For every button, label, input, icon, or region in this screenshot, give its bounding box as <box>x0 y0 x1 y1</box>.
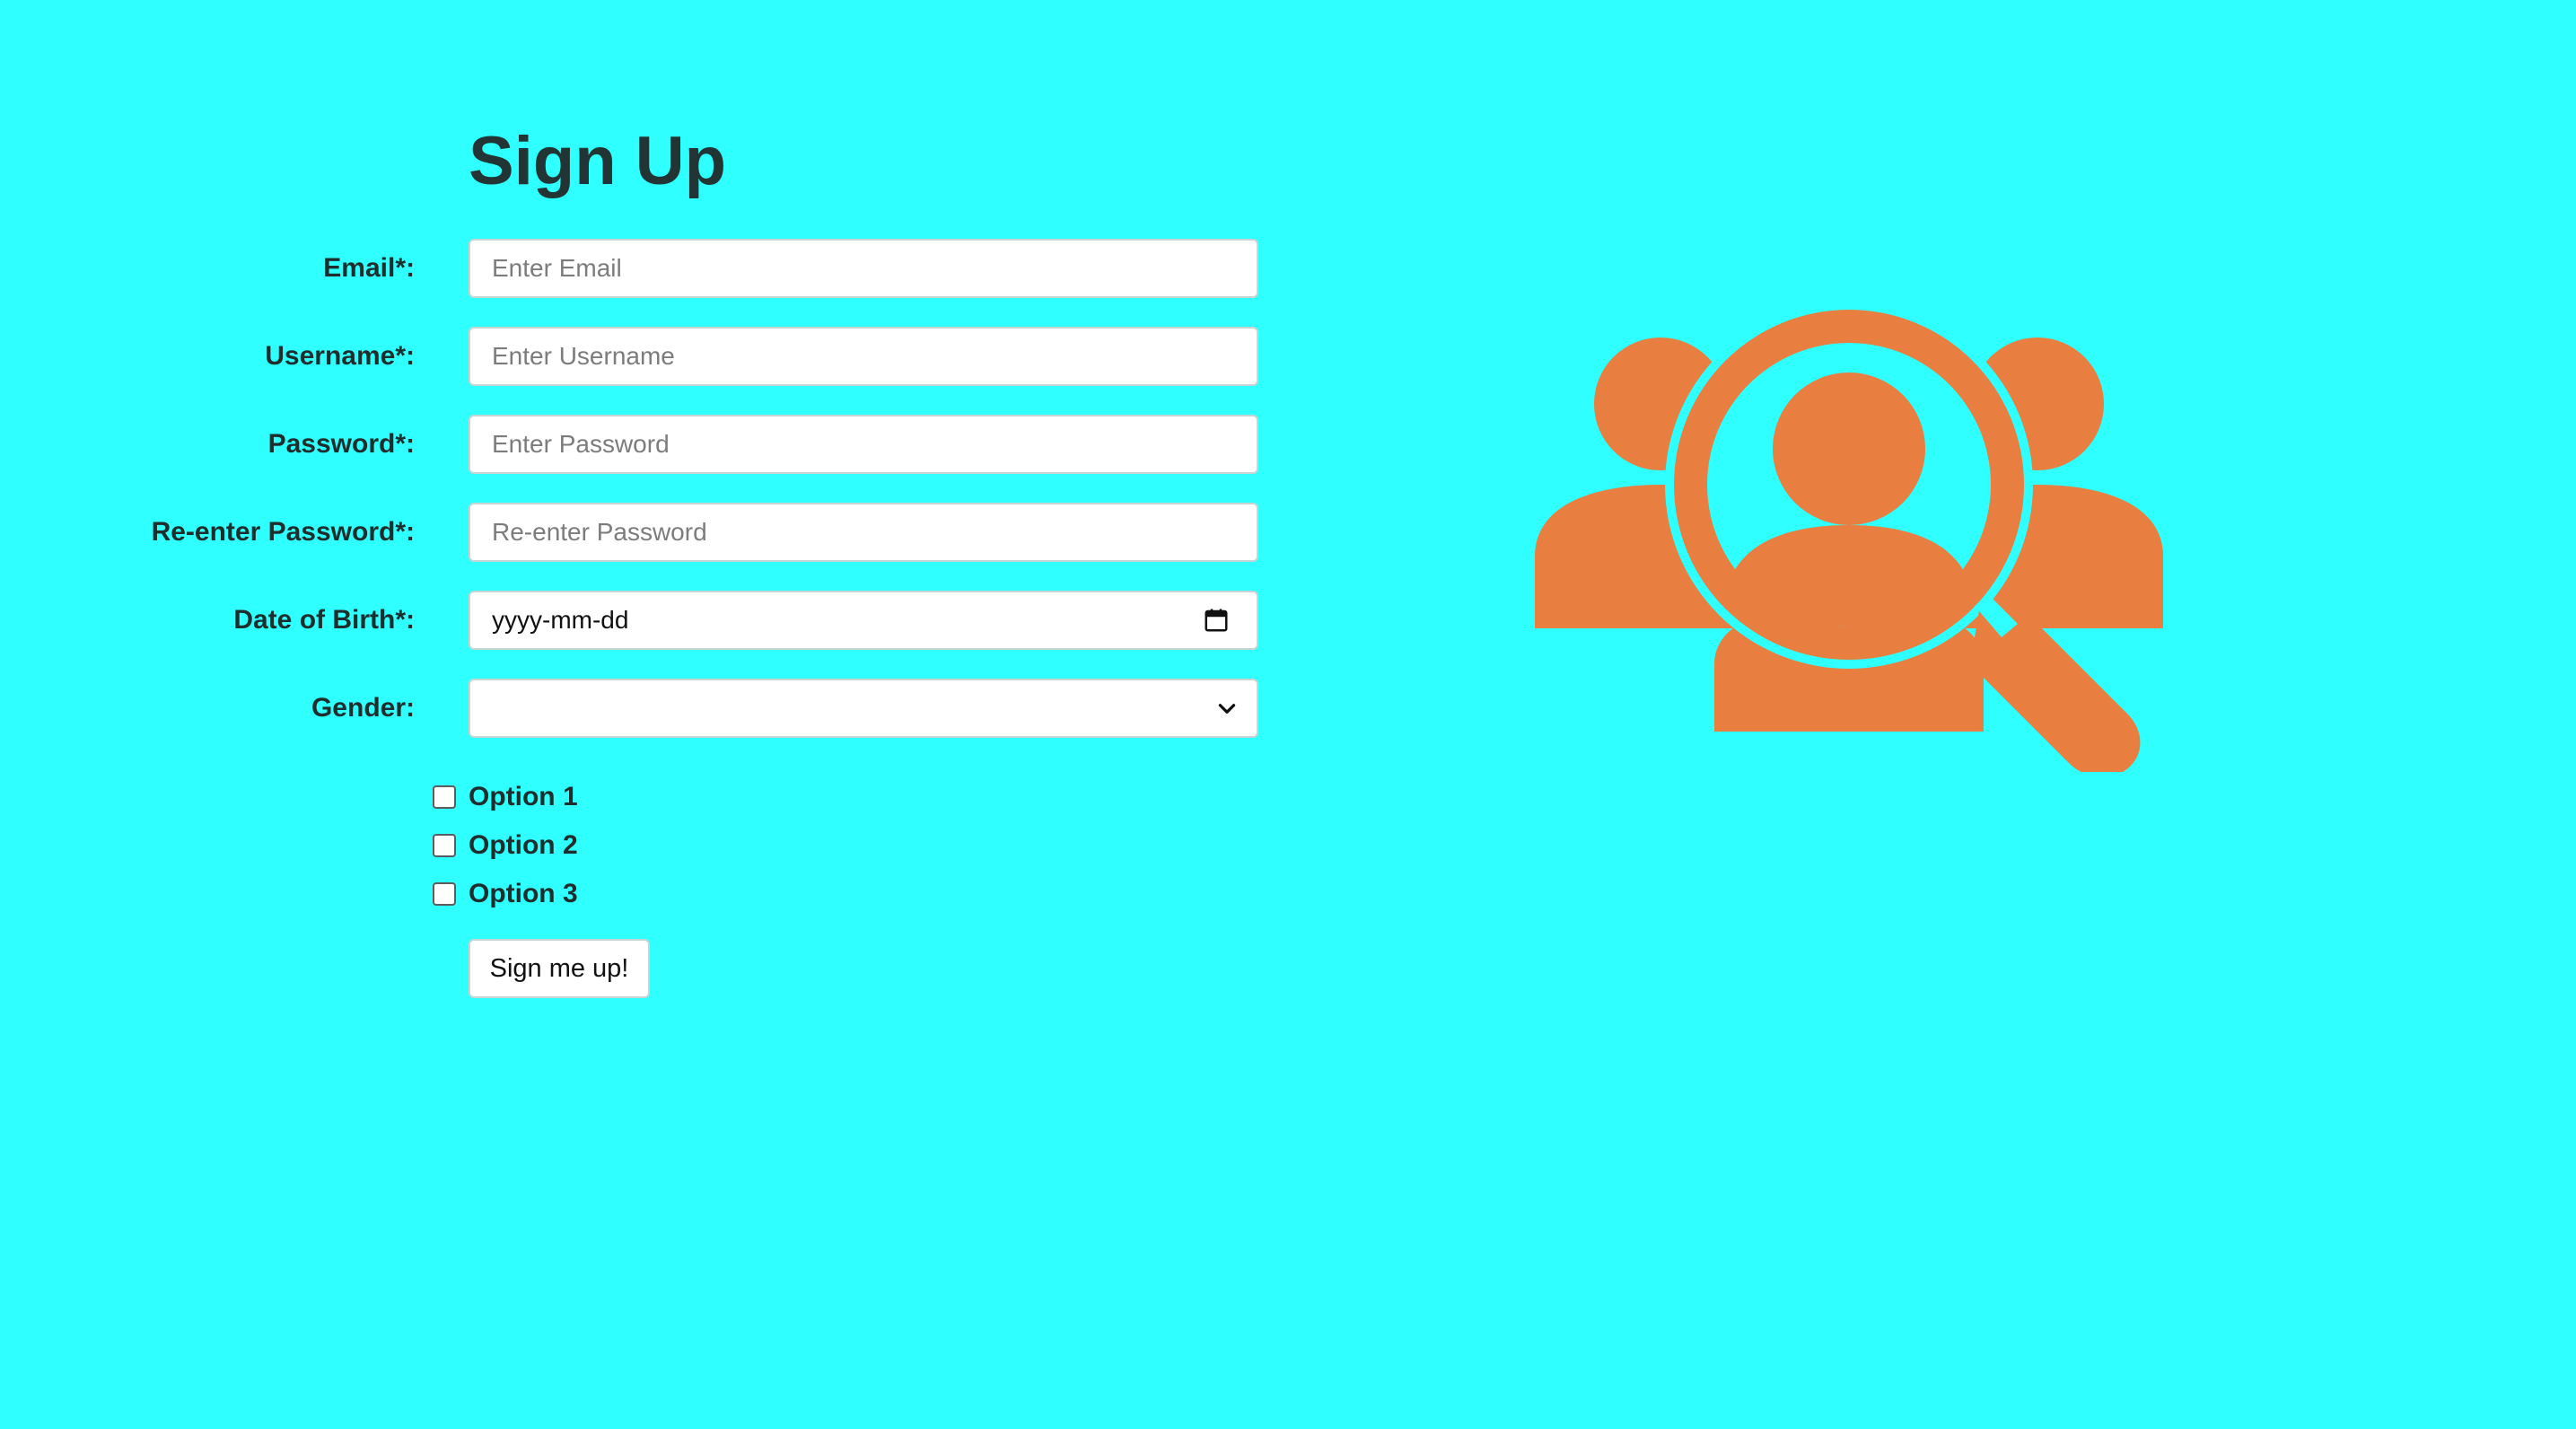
reenter-password-row: Re-enter Password*: <box>0 503 1266 565</box>
username-row: Username*: <box>0 327 1266 390</box>
option-2-label[interactable]: Option 2 <box>469 830 578 861</box>
reenter-password-field[interactable] <box>469 503 1258 562</box>
option-3-row: Option 3 <box>433 876 578 912</box>
option-1-checkbox[interactable] <box>433 785 456 809</box>
user-search-icon <box>1535 305 2163 772</box>
option-3-checkbox[interactable] <box>433 882 456 906</box>
dob-label: Date of Birth*: <box>233 605 415 635</box>
username-field[interactable] <box>469 327 1258 386</box>
email-label: Email*: <box>323 253 415 283</box>
gender-row: Gender: <box>0 679 1266 741</box>
password-row: Password*: <box>0 415 1266 478</box>
gender-select[interactable] <box>469 679 1258 738</box>
option-1-label[interactable]: Option 1 <box>469 782 578 812</box>
email-field[interactable] <box>469 239 1258 298</box>
option-2-checkbox[interactable] <box>433 834 456 857</box>
option-2-row: Option 2 <box>433 828 578 864</box>
password-label: Password*: <box>267 429 415 459</box>
username-label: Username*: <box>265 341 415 371</box>
reenter-password-label: Re-enter Password*: <box>151 517 415 547</box>
dob-row: Date of Birth*: yyyy-mm-dd <box>0 591 1266 653</box>
dob-value: yyyy-mm-dd <box>492 606 629 634</box>
chevron-down-icon <box>1218 704 1236 714</box>
calendar-icon[interactable] <box>1203 607 1230 634</box>
option-3-label[interactable]: Option 3 <box>469 879 578 909</box>
password-field[interactable] <box>469 415 1258 474</box>
dob-field[interactable]: yyyy-mm-dd <box>469 591 1258 650</box>
sign-up-button[interactable]: Sign me up! <box>469 939 650 998</box>
page-title: Sign Up <box>469 123 727 199</box>
option-1-row: Option 1 <box>433 779 578 815</box>
email-row: Email*: <box>0 239 1266 302</box>
gender-label: Gender: <box>311 693 415 723</box>
